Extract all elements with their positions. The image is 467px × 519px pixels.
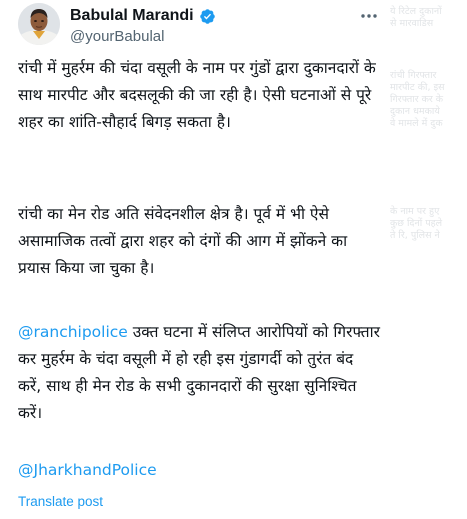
verified-badge-icon[interactable]	[199, 8, 216, 25]
screenshot-page: ये रिटेल दुकानों से मारवाडिस रांची गिरफ्…	[0, 0, 467, 519]
avatar[interactable]	[18, 3, 60, 45]
mention-link[interactable]: @JharkhandPolice	[18, 461, 157, 479]
more-options-icon[interactable]	[358, 8, 380, 24]
background-text-line: से मारवाडिस	[390, 18, 434, 29]
tweet-paragraph: @JharkhandPolice	[18, 457, 380, 484]
translate-post-link[interactable]: Translate post	[18, 494, 103, 509]
tweet-card: Babulal Marandi @yourBabulal रांची में म…	[0, 0, 386, 519]
avatar-image	[18, 3, 60, 45]
background-text-line: मारपीट की, इस	[390, 82, 445, 93]
background-text-line: रांची गिरफ्तार	[390, 70, 437, 81]
mention-link[interactable]: @ranchipolice	[18, 323, 128, 341]
background-text-line: गिरफ्तार कर के	[390, 94, 444, 105]
author-name-row: Babulal Marandi	[70, 7, 216, 25]
background-text-line: ये रिटेल दुकानों	[390, 6, 442, 17]
background-text-line: के नाम पर हुए	[390, 206, 440, 217]
tweet-paragraph: रांची का मेन रोड अति संवेदनशील क्षेत्र ह…	[18, 205, 348, 277]
author-name[interactable]: Babulal Marandi	[70, 7, 194, 25]
background-text-line: ते रि, पुलिस ने	[390, 230, 440, 241]
background-text-line: वे मामले में दुक	[390, 118, 443, 129]
author-handle[interactable]: @yourBabulal	[70, 28, 164, 45]
background-text-line: दुकान धमकाये	[390, 106, 440, 117]
background-text-line: कुछ दिनों पहले	[390, 218, 443, 229]
tweet-paragraph: @ranchipolice उक्त घटना में संलिप्त आरोप…	[18, 319, 380, 427]
tweet-paragraph: रांची में मुहर्रम की चंदा वसूली के नाम प…	[18, 59, 376, 131]
